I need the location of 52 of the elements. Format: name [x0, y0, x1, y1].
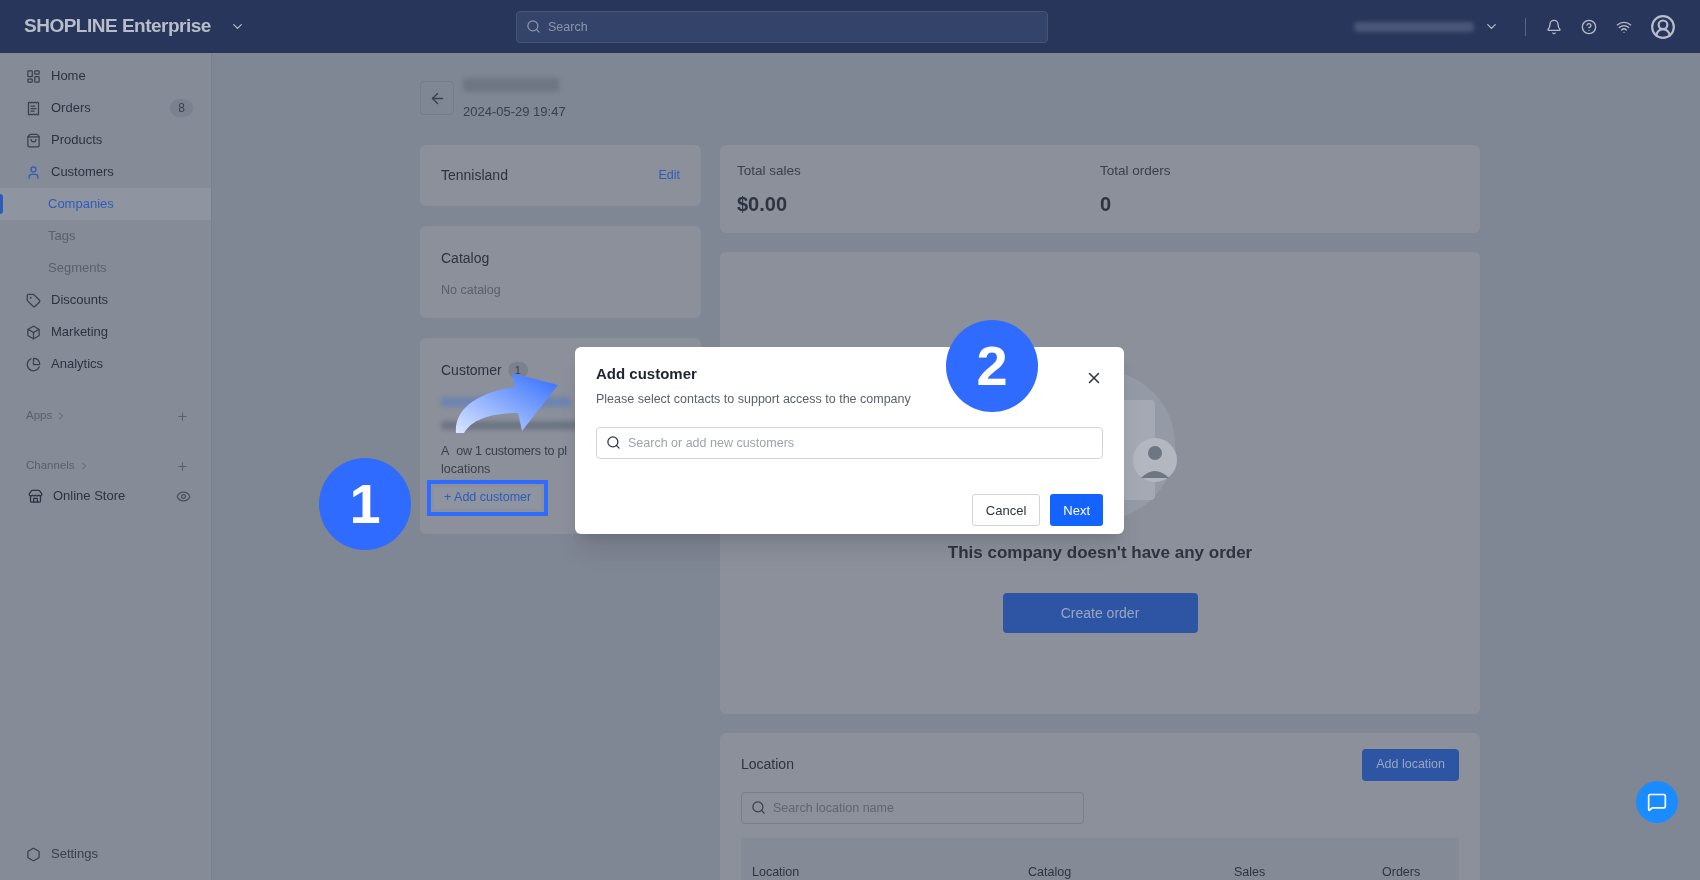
cancel-button[interactable]: Cancel	[971, 494, 1041, 527]
customer-search-field[interactable]: Search or add new customers	[596, 427, 1103, 460]
note-text: ow 1 customers to pl	[456, 442, 567, 460]
column-header: Location	[752, 863, 801, 880]
help-icon[interactable]	[1581, 18, 1597, 35]
empty-message: This company doesn't have any order	[947, 541, 1253, 564]
dialog-subtitle: Please select contacts to support access to the company	[596, 390, 911, 408]
card-title: Catalog	[441, 248, 491, 268]
stat-value: $0.00	[737, 191, 789, 217]
tag-icon	[26, 292, 41, 308]
sidebar-item[interactable]: Customers	[0, 156, 211, 188]
receipt-icon	[26, 100, 41, 116]
avatar-icon[interactable]	[1650, 13, 1676, 40]
sidebar-subitem[interactable]: Companies	[0, 188, 211, 220]
sidebar-item[interactable]: Online Store	[0, 480, 211, 512]
logo[interactable]: SHOPLINE Enterprise	[24, 12, 230, 41]
sidebar-item[interactable]: Discounts	[0, 284, 211, 316]
date-text: 2024-05-29 19:47	[463, 103, 566, 121]
cube-icon	[26, 324, 41, 340]
pie-chart-icon	[26, 356, 41, 372]
sidebar-item[interactable]: Orders 8	[0, 92, 211, 124]
note-text: A	[441, 442, 450, 460]
create-order-button[interactable]: Create order	[1002, 593, 1198, 633]
search-field[interactable]: Search	[516, 10, 1048, 43]
sidebar-item[interactable]: Products	[0, 124, 211, 156]
stat-label: Total orders	[1100, 161, 1172, 180]
note-text: locations	[441, 460, 491, 478]
bag-icon	[26, 132, 41, 148]
user-icon	[26, 164, 41, 180]
dashboard-icon	[26, 68, 41, 84]
company-name: Tennisland	[441, 165, 508, 185]
column-header: Orders	[1382, 863, 1422, 880]
edit-link[interactable]: Edit	[658, 165, 680, 185]
sidebar-item[interactable]: Home	[0, 60, 211, 92]
card-title: Location	[741, 755, 794, 774]
sidebar-item[interactable]: Marketing	[0, 316, 211, 348]
add-location-button[interactable]: Add location	[1362, 748, 1459, 781]
settings-icon	[26, 846, 41, 862]
sidebar-item[interactable]: Settings	[0, 838, 211, 870]
stat-value: 0	[1100, 191, 1113, 217]
notification-icon[interactable]	[1546, 18, 1562, 35]
column-header: Sales	[1234, 863, 1267, 880]
card-title: Customer	[441, 360, 502, 380]
count-badge: 8	[170, 99, 193, 117]
stat-label: Total sales	[737, 161, 802, 180]
store-icon	[28, 488, 43, 504]
chat-icon	[1647, 792, 1667, 812]
dialog-title: Add customer	[596, 364, 698, 384]
sidebar-item[interactable]: Analytics	[0, 348, 211, 380]
column-header: Catalog	[1028, 863, 1073, 880]
search-icon	[751, 799, 766, 815]
next-button[interactable]: Next	[1050, 494, 1103, 527]
